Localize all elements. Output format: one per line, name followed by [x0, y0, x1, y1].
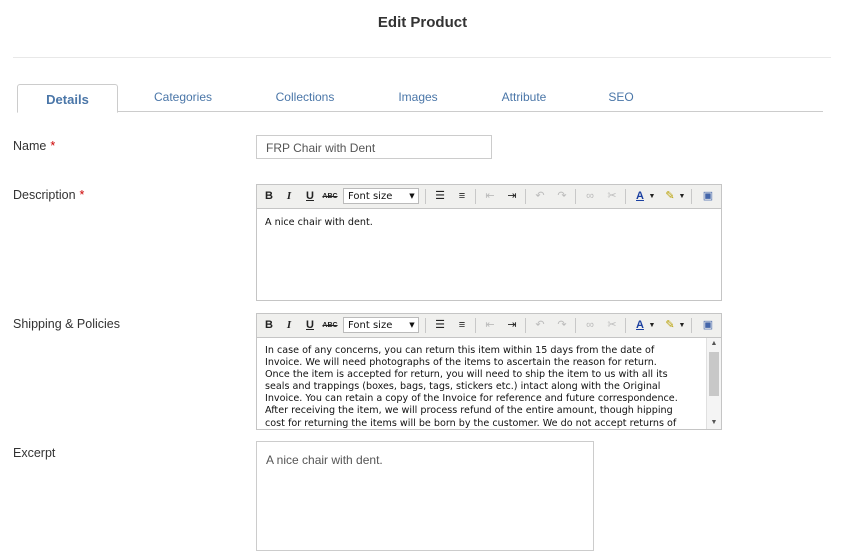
name-label-text: Name [13, 139, 47, 153]
toolbar-separator [475, 189, 476, 204]
tab-details[interactable]: Details [17, 84, 118, 113]
font-size-value: Font size [348, 320, 393, 331]
redo-icon[interactable]: ↷ [553, 188, 571, 205]
page-title: Edit Product [377, 14, 468, 31]
toolbar-separator [575, 189, 576, 204]
required-marker: * [79, 188, 85, 202]
undo-icon[interactable]: ↶ [531, 317, 549, 334]
chevron-down-icon[interactable]: ▼ [647, 188, 657, 205]
toolbar-separator [691, 189, 692, 204]
indent-icon[interactable]: ⇥ [503, 317, 521, 334]
shipping-line: Once the item is accepted for return, yo… [265, 369, 668, 381]
divider [13, 57, 831, 58]
editor-toolbar: B I U ABC Font size ▼ ☰ ≡ ⇤ ⇥ ↶ ↷ ∞ ✂ A ▼… [257, 314, 721, 338]
underline-button[interactable]: U [301, 188, 319, 205]
name-label: Name * [13, 139, 55, 153]
unlink-icon[interactable]: ✂ [603, 317, 621, 334]
shipping-editor[interactable]: B I U ABC Font size ▼ ☰ ≡ ⇤ ⇥ ↶ ↷ ∞ ✂ A ▼… [256, 313, 722, 430]
font-size-select[interactable]: Font size ▼ [343, 188, 419, 204]
outdent-icon[interactable]: ⇤ [481, 188, 499, 205]
undo-icon[interactable]: ↶ [531, 188, 549, 205]
unlink-icon[interactable]: ✂ [603, 188, 621, 205]
description-content[interactable]: A nice chair with dent. [257, 209, 721, 235]
excerpt-textarea[interactable]: A nice chair with dent. [256, 441, 594, 551]
indent-icon[interactable]: ⇥ [503, 188, 521, 205]
underline-button[interactable]: U [301, 317, 319, 334]
description-label: Description * [13, 188, 84, 202]
toolbar-separator [691, 318, 692, 333]
toolbar-separator [625, 318, 626, 333]
italic-button[interactable]: I [280, 317, 298, 334]
strikethrough-button[interactable]: ABC [321, 188, 339, 205]
tab-attribute[interactable]: Attribute [487, 84, 561, 111]
shipping-line: After receiving the item, we will proces… [265, 405, 673, 417]
tab-collections[interactable]: Collections [257, 84, 353, 111]
font-size-select[interactable]: Font size ▼ [343, 317, 419, 333]
scroll-down-icon[interactable]: ▼ [707, 417, 721, 429]
required-marker: * [50, 139, 56, 153]
redo-icon[interactable]: ↷ [553, 317, 571, 334]
toolbar-separator [625, 189, 626, 204]
tab-bar: Details Categories Collections Images At… [17, 84, 823, 113]
fullscreen-icon[interactable]: ▣ [699, 188, 717, 205]
scrollbar-thumb[interactable] [709, 352, 719, 396]
chevron-down-icon[interactable]: ▼ [677, 188, 687, 205]
shipping-label: Shipping & Policies [13, 317, 121, 331]
outdent-icon[interactable]: ⇤ [481, 317, 499, 334]
italic-button[interactable]: I [280, 188, 298, 205]
tab-images[interactable]: Images [385, 84, 451, 111]
toolbar-separator [575, 318, 576, 333]
scrollbar[interactable]: ▲ ▼ [706, 338, 721, 429]
chevron-down-icon: ▼ [409, 321, 415, 329]
strikethrough-button[interactable]: ABC [321, 317, 339, 334]
description-label-text: Description [13, 188, 76, 202]
numbered-list-icon[interactable]: ≡ [453, 188, 471, 205]
toolbar-separator [525, 189, 526, 204]
fullscreen-icon[interactable]: ▣ [699, 317, 717, 334]
bold-button[interactable]: B [260, 188, 278, 205]
numbered-list-icon[interactable]: ≡ [453, 317, 471, 334]
toolbar-separator [525, 318, 526, 333]
shipping-line: Invoice. We will need photographs of the… [265, 357, 657, 369]
shipping-content[interactable]: In case of any concerns, you can return … [257, 338, 707, 428]
toolbar-separator [475, 318, 476, 333]
shipping-line: seals and trappings (boxes, bags, tags, … [265, 381, 661, 393]
shipping-line: Invoice. You can retain a copy of the In… [265, 393, 678, 405]
editor-toolbar: B I U ABC Font size ▼ ☰ ≡ ⇤ ⇥ ↶ ↷ ∞ ✂ A ▼… [257, 185, 721, 209]
bullet-list-icon[interactable]: ☰ [431, 188, 449, 205]
tab-seo[interactable]: SEO [601, 84, 641, 111]
scroll-up-icon[interactable]: ▲ [707, 338, 721, 350]
name-input[interactable]: FRP Chair with Dent [256, 135, 492, 159]
chevron-down-icon[interactable]: ▼ [647, 317, 657, 334]
bullet-list-icon[interactable]: ☰ [431, 317, 449, 334]
toolbar-separator [425, 189, 426, 204]
chevron-down-icon[interactable]: ▼ [677, 317, 687, 334]
chevron-down-icon: ▼ [409, 192, 415, 200]
font-size-value: Font size [348, 191, 393, 202]
tab-categories[interactable]: Categories [137, 84, 229, 111]
description-editor[interactable]: B I U ABC Font size ▼ ☰ ≡ ⇤ ⇥ ↶ ↷ ∞ ✂ A ▼… [256, 184, 722, 301]
bold-button[interactable]: B [260, 317, 278, 334]
toolbar-separator [425, 318, 426, 333]
excerpt-label: Excerpt [13, 446, 56, 460]
shipping-line: In case of any concerns, you can return … [265, 345, 655, 356]
link-icon[interactable]: ∞ [581, 317, 599, 334]
link-icon[interactable]: ∞ [581, 188, 599, 205]
shipping-line: cost for returning the items will be bor… [265, 417, 677, 428]
shipping-text: In case of any concerns, you can return … [257, 338, 707, 428]
